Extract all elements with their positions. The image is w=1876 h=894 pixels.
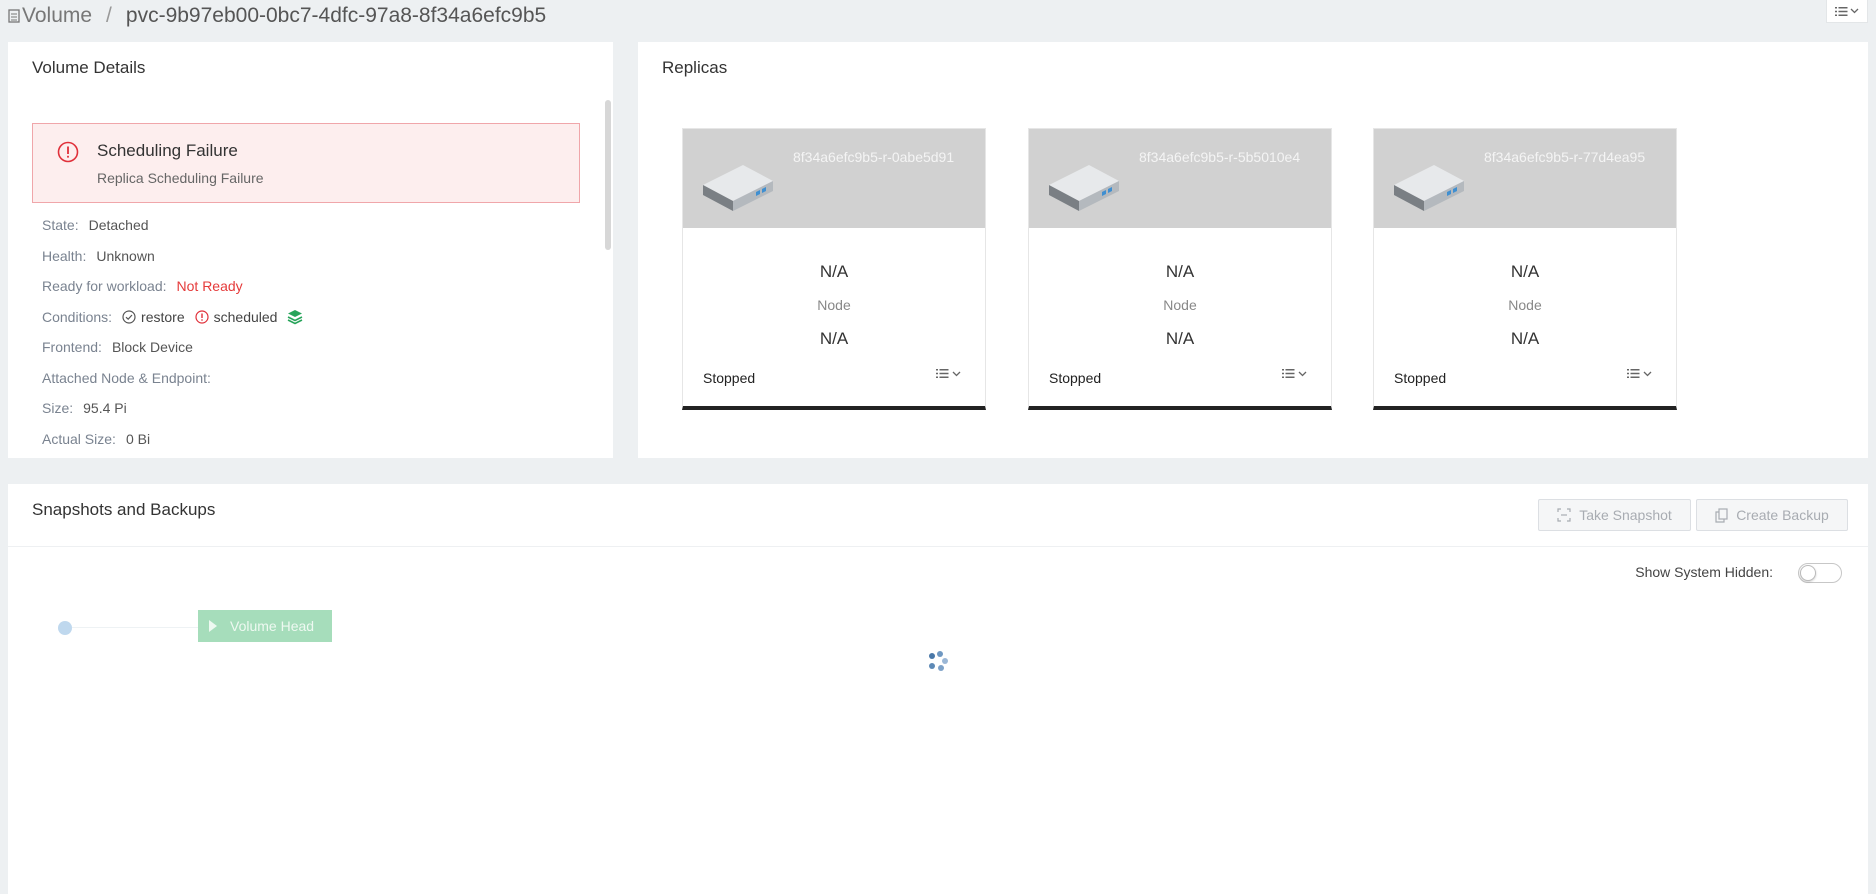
state-row: State: Detached <box>42 210 318 241</box>
top-bar: Volume / pvc-9b97eb00-0bc7-4dfc-97a8-8f3… <box>0 0 1876 34</box>
scheduling-failure-alert: Scheduling Failure Replica Scheduling Fa… <box>32 123 580 203</box>
replica-status: Stopped <box>1049 370 1102 386</box>
replicas-title: Replicas <box>662 58 728 77</box>
top-menu-button[interactable] <box>1826 0 1868 23</box>
replica-status: Stopped <box>1394 370 1447 386</box>
exclamation-circle-icon <box>195 310 209 324</box>
disk-drive-icon <box>703 165 773 211</box>
snapshots-backups-panel: Snapshots and Backups Take Snapshot Crea… <box>8 484 1868 894</box>
loading-spinner-icon <box>929 651 948 671</box>
health-row: Health: Unknown <box>42 241 318 272</box>
details-scrollbar[interactable] <box>605 100 613 250</box>
frontend-value: Block Device <box>111 339 193 356</box>
conditions-row: Conditions: restore scheduled <box>42 302 318 333</box>
size-row: Size: 95.4 Pi <box>42 393 318 424</box>
frontend-row: Frontend: Block Device <box>42 332 318 363</box>
show-system-hidden-toggle[interactable] <box>1798 563 1842 583</box>
camera-frame-icon <box>1557 508 1571 522</box>
replica-card[interactable]: 8f34a6efc9b5-r-0abe5d91 N/A Node N/A Sto… <box>682 128 986 410</box>
list-menu-icon <box>1835 6 1848 16</box>
disk-drive-icon <box>1049 165 1119 211</box>
alert-title: Scheduling Failure <box>97 141 238 160</box>
replica-data-value: N/A <box>819 329 849 348</box>
replica-menu-button[interactable] <box>1282 368 1307 379</box>
replica-name: 8f34a6efc9b5-r-5b5010e4 <box>1139 149 1301 165</box>
replica-node-value: N/A <box>1165 262 1195 281</box>
create-backup-button[interactable]: Create Backup <box>1696 499 1848 531</box>
volume-details-title: Volume Details <box>32 58 146 77</box>
health-value: Unknown <box>96 247 155 264</box>
replica-name: 8f34a6efc9b5-r-77d4ea95 <box>1484 149 1646 165</box>
condition-restore[interactable]: restore <box>122 309 185 325</box>
play-icon <box>209 620 217 632</box>
conditions-label: Conditions: <box>42 308 113 325</box>
ready-label: Ready for workload: <box>42 278 167 295</box>
replica-data-value: N/A <box>1165 329 1195 348</box>
snapshots-title: Snapshots and Backups <box>32 500 216 519</box>
replica-node-label: Node <box>817 297 851 313</box>
replica-card-header: 8f34a6efc9b5-r-0abe5d91 <box>683 129 985 228</box>
volume-details-panel: Volume Details Scheduling Failure Replic… <box>8 42 613 458</box>
chevron-down-icon <box>952 371 961 376</box>
replica-card-header: 8f34a6efc9b5-r-77d4ea95 <box>1374 129 1676 228</box>
take-snapshot-button[interactable]: Take Snapshot <box>1538 499 1691 531</box>
alert-message: Replica Scheduling Failure <box>97 170 264 186</box>
replica-card[interactable]: 8f34a6efc9b5-r-5b5010e4 N/A Node N/A Sto… <box>1028 128 1332 410</box>
snapshot-tree-root <box>58 621 72 635</box>
breadcrumb-current: pvc-9b97eb00-0bc7-4dfc-97a8-8f34a6efc9b5 <box>125 4 547 27</box>
list-menu-icon <box>1627 369 1640 378</box>
replica-node-value: N/A <box>819 262 849 281</box>
health-label: Health: <box>42 247 87 264</box>
ready-value: Not Ready <box>176 278 243 295</box>
condition-scheduled[interactable]: scheduled <box>195 308 278 325</box>
replica-menu-button[interactable] <box>1627 368 1652 379</box>
layers-icon[interactable] <box>287 309 308 325</box>
replica-status: Stopped <box>703 370 756 386</box>
size-label: Size: <box>42 400 74 417</box>
create-backup-label: Create Backup <box>1736 507 1829 523</box>
breadcrumb: Volume / pvc-9b97eb00-0bc7-4dfc-97a8-8f3… <box>8 4 546 28</box>
actual-size-label: Actual Size: <box>42 430 116 447</box>
volume-detail-rows: State: Detached Health: Unknown Ready fo… <box>42 210 318 454</box>
size-value: 95.4 Pi <box>83 400 127 417</box>
attached-row: Attached Node & Endpoint: <box>42 363 318 394</box>
replica-name: 8f34a6efc9b5-r-0abe5d91 <box>793 149 955 165</box>
chevron-down-icon <box>1850 8 1859 14</box>
replica-card-header: 8f34a6efc9b5-r-5b5010e4 <box>1029 129 1331 228</box>
replicas-panel: Replicas 8f34a6efc9b5-r-0abe5d91 N/A Nod… <box>638 42 1868 458</box>
list-menu-icon <box>1282 369 1295 378</box>
check-circle-icon <box>122 310 136 324</box>
frontend-label: Frontend: <box>42 339 102 356</box>
list-menu-icon <box>936 369 949 378</box>
snapshots-divider <box>8 546 1868 547</box>
replica-card[interactable]: 8f34a6efc9b5-r-77d4ea95 N/A Node N/A Sto… <box>1373 128 1677 410</box>
document-icon <box>8 9 20 23</box>
condition-scheduled-label: scheduled <box>213 308 278 325</box>
chevron-down-icon <box>1643 371 1652 376</box>
replica-data-value: N/A <box>1510 329 1540 348</box>
copy-icon <box>1715 507 1728 523</box>
chevron-down-icon <box>1298 371 1307 376</box>
condition-restore-label: restore <box>141 308 185 325</box>
show-system-hidden-label: Show System Hidden: <box>1635 564 1773 580</box>
state-label: State: <box>42 217 79 234</box>
replica-node-value: N/A <box>1510 262 1540 281</box>
actual-size-value: 0 Bi <box>125 430 151 447</box>
breadcrumb-separator: / <box>106 4 112 27</box>
snapshot-tree-line <box>72 627 206 628</box>
volume-head-label: Volume Head <box>230 618 315 634</box>
volume-head-node[interactable]: Volume Head <box>198 610 332 642</box>
attached-label: Attached Node & Endpoint: <box>42 369 211 386</box>
disk-drive-icon <box>1394 165 1464 211</box>
actual-size-row: Actual Size: 0 Bi <box>42 424 318 455</box>
ready-row: Ready for workload: Not Ready <box>42 271 318 302</box>
breadcrumb-volume-link[interactable]: Volume <box>22 4 92 28</box>
replica-node-label: Node <box>1163 297 1197 313</box>
replica-menu-button[interactable] <box>936 368 961 379</box>
take-snapshot-label: Take Snapshot <box>1579 507 1672 523</box>
state-value: Detached <box>88 217 149 234</box>
replica-node-label: Node <box>1508 297 1542 313</box>
exclamation-circle-icon <box>57 141 79 163</box>
